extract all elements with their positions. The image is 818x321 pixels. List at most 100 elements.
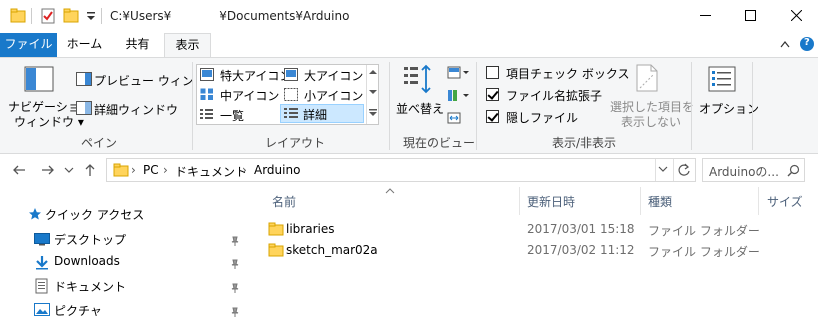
file-modified: 2017/03/01 15:18	[527, 222, 635, 236]
tab-view[interactable]: 表示	[164, 33, 211, 58]
small-icons-label: 小アイコン	[304, 89, 364, 103]
medium-icons-icon	[200, 88, 213, 100]
folder-icon	[268, 222, 284, 236]
file-type: ファイル フォルダー	[648, 224, 760, 238]
tab-home[interactable]: ホーム	[58, 33, 111, 57]
add-columns-icon[interactable]	[447, 88, 469, 104]
customize-toolbar-icon[interactable]	[85, 10, 97, 22]
file-extensions-toggle[interactable]: ファイル名拡張子	[484, 87, 624, 104]
search-input[interactable]: Arduinoの...	[702, 158, 805, 182]
size-columns-to-fit-icon[interactable]	[447, 111, 463, 125]
options-button[interactable]: オプション	[696, 60, 759, 120]
pictures-icon	[34, 303, 50, 316]
breadcrumb-documents[interactable]: ドキュメント	[175, 163, 247, 180]
sort-by-label: 並べ替え	[396, 102, 445, 116]
list-icon	[200, 109, 213, 119]
tab-file[interactable]: ファイル	[0, 33, 57, 57]
tab-share[interactable]: 共有	[111, 33, 164, 57]
address-bar[interactable]: › PC › ドキュメント › Arduino	[106, 158, 696, 182]
maximize-button[interactable]	[728, 0, 774, 32]
column-divider[interactable]	[640, 187, 641, 215]
preview-pane-button[interactable]: プレビュー ウィンドウ	[74, 71, 218, 89]
column-divider[interactable]	[758, 187, 759, 215]
back-icon[interactable]	[12, 164, 26, 176]
table-row[interactable]: sketch_mar02a 2017/03/02 11:12 ファイル フォルダ…	[264, 240, 760, 261]
layout-gallery-scroll[interactable]	[366, 65, 378, 124]
item-checkboxes-checkbox[interactable]	[486, 66, 499, 79]
group-separator	[691, 62, 692, 150]
pin-icon[interactable]	[230, 259, 240, 269]
layout-details[interactable]: 詳細	[280, 104, 364, 123]
options-icon	[708, 66, 736, 92]
breadcrumb-separator[interactable]: ›	[131, 163, 136, 177]
window-title: C:¥Users¥ ¥Documents¥Arduino	[110, 9, 350, 23]
maximize-icon	[745, 10, 756, 21]
small-icons-icon	[284, 88, 298, 101]
column-header-size[interactable]: サイズ	[767, 193, 803, 210]
file-modified: 2017/03/02 11:12	[527, 243, 635, 257]
table-row[interactable]: libraries 2017/03/01 15:18 ファイル フォルダー	[264, 219, 760, 240]
collapse-ribbon-icon[interactable]	[780, 40, 790, 48]
divider	[655, 159, 656, 181]
search-icon	[787, 164, 800, 177]
file-type: ファイル フォルダー	[648, 245, 760, 259]
file-extensions-checkbox[interactable]	[486, 88, 499, 101]
breadcrumb-separator[interactable]: ›	[163, 163, 168, 177]
recent-locations-icon[interactable]	[64, 166, 74, 174]
breadcrumb-pc[interactable]: PC	[143, 163, 159, 177]
address-bar-row: › PC › ドキュメント › Arduino Arduinoの...	[0, 155, 818, 187]
properties-check-icon[interactable]	[40, 8, 56, 24]
nav-item-label: Downloads	[54, 254, 120, 268]
details-pane-label: 詳細ウィンドウ	[94, 103, 179, 117]
nav-item-label: ドキュメント	[54, 280, 127, 294]
show-hide-group-label: 表示/非表示	[552, 136, 617, 150]
list-label: 一覧	[220, 109, 245, 123]
address-dropdown-icon[interactable]	[658, 165, 668, 173]
minimize-icon	[700, 15, 711, 16]
sort-ascending-icon	[385, 188, 395, 194]
column-divider[interactable]	[519, 187, 520, 215]
pin-icon[interactable]	[230, 283, 240, 293]
folder-icon[interactable]	[10, 8, 26, 24]
pane-group-label: ペイン	[81, 136, 118, 150]
file-extensions-label: ファイル名拡張子	[506, 89, 603, 103]
group-separator	[476, 62, 477, 150]
hidden-items-toggle[interactable]: 隠しファイル	[484, 109, 624, 126]
sort-by-button[interactable]: 並べ替え	[394, 60, 444, 120]
pin-icon[interactable]	[230, 307, 240, 317]
breadcrumb-separator[interactable]: ›	[242, 163, 247, 177]
extra-large-icons-icon	[200, 68, 214, 81]
group-by-icon[interactable]	[447, 65, 469, 81]
hidden-items-checkbox[interactable]	[486, 110, 499, 123]
scroll-down-icon	[369, 90, 377, 94]
details-pane-button[interactable]: 詳細ウィンドウ	[74, 100, 186, 118]
large-icons-label: 大アイコン	[304, 69, 364, 83]
hide-selected-label-2: 表示しない	[621, 115, 682, 129]
close-icon	[791, 10, 802, 21]
forward-icon[interactable]	[41, 164, 55, 176]
documents-icon	[35, 278, 48, 294]
column-header-name[interactable]: 名前	[272, 193, 296, 210]
navigation-pane-icon	[24, 66, 54, 92]
new-folder-icon[interactable]	[63, 8, 79, 24]
close-button[interactable]	[774, 0, 818, 32]
extra-large-icons-label: 特大アイコン	[220, 69, 292, 83]
details-pane-icon	[76, 101, 92, 115]
pin-icon[interactable]	[230, 236, 240, 246]
minimize-button[interactable]	[682, 0, 728, 32]
file-name: sketch_mar02a	[286, 243, 378, 257]
item-checkboxes-toggle[interactable]: 項目チェック ボックス	[484, 65, 629, 82]
hidden-items-label: 隠しファイル	[506, 111, 579, 125]
hide-selected-button[interactable]: 選択した項目を 表示しない	[606, 60, 694, 129]
large-icons-icon	[284, 68, 298, 81]
column-header-type[interactable]: 種類	[648, 193, 672, 210]
sort-by-icon	[404, 64, 431, 94]
up-icon[interactable]	[83, 163, 97, 177]
navigation-pane-button[interactable]: ナビゲーション ウィンドウ ▾	[8, 60, 92, 130]
divider	[101, 8, 102, 24]
help-button[interactable]: ?	[800, 37, 814, 51]
scroll-up-icon	[369, 70, 377, 74]
breadcrumb-arduino[interactable]: Arduino	[254, 163, 300, 177]
column-header-modified[interactable]: 更新日時	[527, 193, 575, 210]
refresh-icon[interactable]	[677, 163, 691, 177]
